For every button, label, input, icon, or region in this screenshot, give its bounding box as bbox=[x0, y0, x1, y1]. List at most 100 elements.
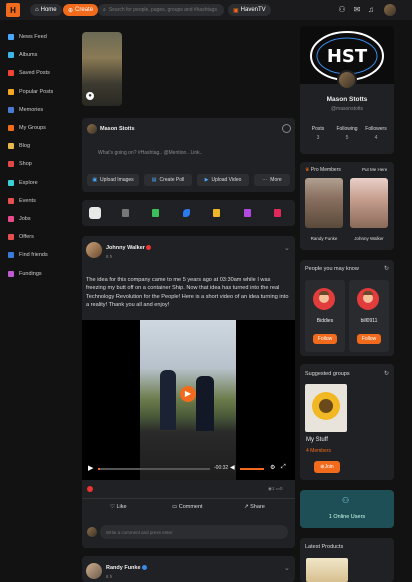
sidebar-item-my-groups[interactable]: My Groups bbox=[8, 121, 46, 135]
upload-video-button[interactable]: ▶ Upload Video bbox=[197, 174, 249, 186]
group-name[interactable]: My Stuff bbox=[306, 437, 328, 443]
create-button[interactable]: ⊕ Create bbox=[63, 4, 99, 16]
fundings-icon bbox=[8, 270, 14, 277]
pro-members-title: ♛ Pro Members bbox=[305, 167, 341, 173]
sidebar-item-explore[interactable]: Explore bbox=[8, 176, 38, 190]
site-logo[interactable]: H bbox=[6, 3, 20, 17]
product-image[interactable] bbox=[306, 558, 348, 582]
search-input[interactable] bbox=[108, 7, 219, 13]
follow-button-1[interactable]: Follow bbox=[313, 334, 337, 344]
pro-member-name-1[interactable]: Randy Funke bbox=[305, 236, 343, 241]
group-members: 4 Members bbox=[306, 448, 332, 454]
stat-following[interactable]: Following 5 bbox=[333, 126, 361, 141]
join-group-button[interactable]: ⊕ Join bbox=[314, 461, 340, 473]
video-time: -00:32 bbox=[214, 465, 229, 471]
sidebar-item-albums[interactable]: Albums bbox=[8, 48, 37, 62]
more-button[interactable]: ⋯ More bbox=[254, 174, 290, 186]
location-icon[interactable] bbox=[183, 209, 190, 217]
play-control-icon[interactable]: ▶ bbox=[88, 464, 93, 472]
sidebar-item-blog[interactable]: Blog bbox=[8, 139, 30, 153]
verified-badge-icon bbox=[142, 565, 148, 571]
composer-status-icon[interactable] bbox=[282, 124, 291, 133]
file-icon[interactable] bbox=[122, 209, 129, 217]
home-button[interactable]: ⌂ Home bbox=[30, 4, 62, 16]
like-icon: ♡ bbox=[110, 504, 115, 510]
sidebar-item-saved-posts[interactable]: Saved Posts bbox=[8, 66, 50, 80]
story-card[interactable]: ● bbox=[82, 32, 122, 106]
profile-card: HST Mason Stotts @masonstotts Posts 3 Fo… bbox=[300, 26, 394, 154]
online-users-card[interactable]: ⚇ 1 Online Users bbox=[300, 490, 394, 528]
sidebar-item-label: Explore bbox=[19, 179, 38, 186]
follow-button-2[interactable]: Follow bbox=[357, 334, 381, 344]
upload-images-button[interactable]: ▣ Upload Images bbox=[87, 174, 139, 186]
volume-icon[interactable]: ◀ bbox=[230, 464, 235, 471]
refresh-groups-icon[interactable]: ↻ bbox=[384, 370, 389, 377]
notifications-icon[interactable]: ♫ bbox=[366, 5, 376, 15]
suggested-groups-card: Suggested groups ↻ My Stuff 4 Members ⊕ J… bbox=[300, 364, 394, 480]
document-icon[interactable] bbox=[152, 209, 159, 217]
sidebar-item-jobs[interactable]: Jobs bbox=[8, 212, 31, 226]
pro-member-photo-1[interactable] bbox=[305, 178, 343, 228]
suggestion-name-2[interactable]: bill0911 bbox=[349, 318, 389, 324]
fullscreen-icon[interactable]: ⤢ bbox=[281, 464, 286, 471]
share-button[interactable]: ↗ Share bbox=[244, 504, 265, 510]
post-menu-icon[interactable]: ⌄ bbox=[284, 244, 290, 252]
sidebar-item-popular-posts[interactable]: Popular Posts bbox=[8, 85, 53, 99]
pro-member-name-2[interactable]: Johnny Walker bbox=[350, 236, 388, 241]
video-play-icon[interactable]: ▶ bbox=[180, 386, 196, 402]
sidebar-item-find-friends[interactable]: Find friends bbox=[8, 248, 48, 262]
comment-input-box[interactable] bbox=[100, 525, 288, 539]
haventv-button[interactable]: ▣ HavenTV bbox=[228, 4, 271, 16]
sidebar-item-offers[interactable]: Offers bbox=[8, 230, 34, 244]
sidebar-item-label: Popular Posts bbox=[19, 88, 54, 95]
composer-user-name: Mason Stotts bbox=[100, 126, 135, 132]
post2-author-avatar[interactable] bbox=[86, 563, 102, 579]
stat-followers[interactable]: Followers 4 bbox=[362, 126, 390, 141]
sidebar-item-memories[interactable]: Memories bbox=[8, 103, 43, 117]
tv-icon: ▣ bbox=[233, 7, 239, 14]
group-cover-image[interactable] bbox=[305, 384, 347, 432]
blog-icon bbox=[8, 143, 14, 150]
profile-avatar[interactable] bbox=[337, 70, 357, 90]
post-author-name[interactable]: Johnny Walker bbox=[106, 245, 152, 251]
add-friend-icon[interactable]: ⚇ bbox=[337, 5, 347, 15]
post2-author-name[interactable]: Randy Funke bbox=[106, 565, 148, 571]
reaction-icon[interactable] bbox=[87, 486, 93, 492]
post2-menu-icon[interactable]: ⌄ bbox=[284, 564, 290, 572]
refresh-icon[interactable]: ↻ bbox=[384, 265, 389, 272]
comment-button[interactable]: ▭ Comment bbox=[172, 504, 203, 510]
pro-member-photo-2[interactable] bbox=[350, 178, 388, 228]
suggestion-avatar-2[interactable] bbox=[357, 288, 379, 310]
sidebar-item-fundings[interactable]: Fundings bbox=[8, 267, 42, 281]
profile-name[interactable]: Mason Stotts bbox=[300, 96, 394, 103]
comment-input[interactable] bbox=[106, 529, 282, 535]
messages-icon[interactable]: ✉ bbox=[352, 5, 362, 15]
stat-posts[interactable]: Posts 3 bbox=[304, 126, 332, 141]
sidebar-item-label: My Groups bbox=[19, 125, 46, 131]
sidebar-item-events[interactable]: Events bbox=[8, 194, 36, 208]
like-button[interactable]: ♡ Like bbox=[110, 504, 127, 510]
video-player[interactable]: ▶ ▶ -00:32 ◀ ⚙ ⤢ bbox=[82, 320, 295, 480]
feeling-icon[interactable] bbox=[274, 209, 281, 217]
search-bar[interactable]: ⌕ bbox=[98, 4, 224, 16]
settings-icon[interactable]: ⚙ bbox=[270, 464, 275, 471]
people-you-may-know-card: People you may know ↻ Biddies Follow bil… bbox=[300, 260, 394, 356]
text-post-icon[interactable] bbox=[89, 207, 101, 219]
composer-input[interactable]: What's going on? #Hashtag.. @Mention.. L… bbox=[98, 150, 202, 156]
create-poll-button[interactable]: ▤ Create Poll bbox=[144, 174, 192, 186]
memories-icon bbox=[8, 106, 14, 113]
poll-icon: ▤ bbox=[151, 177, 157, 183]
user-avatar[interactable] bbox=[384, 4, 396, 16]
sidebar-item-news-feed[interactable]: News Feed bbox=[8, 30, 47, 44]
find-friends-icon bbox=[8, 252, 14, 259]
latest-products-card: Latest Products bbox=[300, 538, 394, 582]
volume-slider[interactable] bbox=[240, 468, 264, 470]
video-progress-bar[interactable] bbox=[98, 468, 210, 470]
music-icon[interactable] bbox=[213, 209, 220, 217]
post-author-avatar[interactable] bbox=[86, 242, 102, 258]
suggestion-name-1[interactable]: Biddies bbox=[305, 318, 345, 324]
gif-icon[interactable] bbox=[244, 209, 251, 217]
sidebar-item-shop[interactable]: Shop bbox=[8, 157, 32, 171]
suggestion-avatar-1[interactable] bbox=[313, 288, 335, 310]
put-me-here-link[interactable]: Put Me Here bbox=[362, 167, 387, 172]
